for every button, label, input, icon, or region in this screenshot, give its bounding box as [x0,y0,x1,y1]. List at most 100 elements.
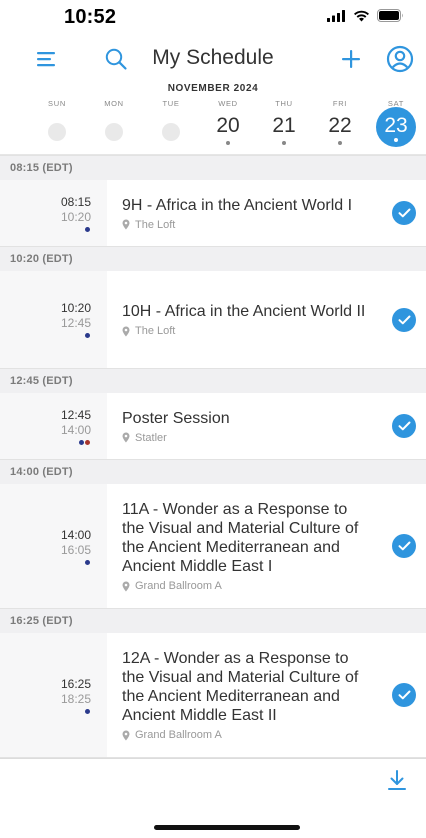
event-row[interactable]: 08:15 10:20 9H - Africa in the Ancient W… [0,180,426,246]
location-pin-icon [122,219,130,230]
day-name: TUE [162,99,180,108]
event-row[interactable]: 16:25 18:25 12A - Wonder as a Response t… [0,633,426,757]
check-icon [398,421,410,431]
nav-bar: My Schedule [0,36,426,80]
event-title: Poster Session [122,409,230,427]
attending-check-button[interactable] [392,414,416,438]
day-placeholder [105,123,123,141]
track-dot [85,333,90,338]
day-name: FRI [332,99,348,108]
event-location-label: Grand Ballroom A [135,729,222,741]
status-time: 10:52 [64,6,117,28]
event-start-time: 08:15 [60,194,91,209]
location-pin-icon [122,730,130,740]
track-dots [85,333,90,338]
track-dot [79,439,84,445]
event-location: Grand Ballroom A [122,729,366,741]
check-icon [398,541,410,551]
add-button[interactable] [334,42,368,76]
bottom-toolbar [0,758,426,838]
day-sun: SUN [28,97,86,154]
day-sat-selected[interactable]: SAT 23 [367,97,425,154]
day-name: SUN [48,99,66,108]
event-end-time: 12:45 [60,316,91,330]
event-body: 9H - Africa in the Ancient World I The L… [107,180,426,246]
event-location-label: The Loft [135,218,176,231]
event-location: Grand Ballroom A [122,580,366,592]
event-title: 11A - Wonder as a Response to the Visual… [122,501,359,575]
attending-check-button[interactable] [392,201,416,225]
day-number: 20 [216,114,240,137]
day-name: MON [104,99,124,108]
day-mon: MON [85,97,143,154]
selected-day-circle: 23 [376,107,416,147]
day-name: SAT [387,99,405,108]
event-row[interactable]: 12:45 14:00 Poster Session Statler [0,393,426,459]
wifi-icon [354,10,369,21]
track-dot [85,226,90,232]
check-icon [398,208,410,218]
day-name: THU [275,99,293,108]
time-group-header: 14:00 (EDT) [0,459,426,484]
day-thu[interactable]: THU 21 [255,97,313,154]
event-title: 12A - Wonder as a Response to the Visual… [122,650,359,724]
download-button[interactable] [386,769,408,791]
location-pin-icon [122,326,130,336]
attending-check-button[interactable] [392,534,416,558]
day-wed[interactable]: WED 20 [199,97,257,154]
event-location: The Loft [122,325,366,337]
day-name: WED [218,99,238,108]
week-calendar: NOVEMBER 2024 SUN MON TUE WED 20 THU 21 … [0,80,426,154]
event-start-time: 12:45 [60,407,91,422]
track-dot [85,559,90,565]
event-row[interactable]: 10:20 12:45 10H - Africa in the Ancient … [0,271,426,368]
profile-button[interactable] [383,42,417,76]
track-dots [79,439,90,445]
time-group-header: 16:25 (EDT) [0,608,426,633]
time-group-header: 10:20 (EDT) [0,246,426,271]
event-body: Poster Session Statler [107,393,426,459]
user-circle-icon [386,45,414,73]
schedule-list[interactable]: 08:15 (EDT) 08:15 10:20 9H - Africa in t… [0,154,426,758]
home-indicator[interactable] [154,825,300,830]
event-body: 11A - Wonder as a Response to the Visual… [107,484,426,608]
status-bar: 10:52 [0,0,426,36]
battery-icon [377,9,403,22]
event-end-time: 18:25 [60,691,91,706]
event-row[interactable]: 14:00 16:05 11A - Wonder as a Response t… [0,484,426,608]
event-time-column: 10:20 12:45 [0,271,107,368]
event-start-time: 14:00 [60,527,91,542]
event-time-column: 08:15 10:20 [0,180,107,246]
event-body: 12A - Wonder as a Response to the Visual… [107,633,426,757]
track-dots [85,226,90,232]
event-body: 10H - Africa in the Ancient World II The… [107,271,426,368]
event-location: The Loft [122,219,366,231]
event-location: Statler [122,432,366,444]
check-icon [398,315,410,324]
status-icons [327,9,404,22]
event-location-label: The Loft [135,325,176,337]
event-time-column: 14:00 16:05 [0,484,107,608]
attending-check-button[interactable] [392,307,416,332]
day-number: 23 [384,113,408,137]
plus-icon [342,50,360,68]
event-end-time: 10:20 [60,209,91,224]
event-title: 9H - Africa in the Ancient World I [122,196,353,214]
time-group-header: 08:15 (EDT) [0,155,426,180]
event-time-column: 12:45 14:00 [0,393,107,459]
event-end-time: 14:00 [60,422,91,437]
location-pin-icon [122,432,130,443]
day-fri[interactable]: FRI 22 [311,97,369,154]
event-start-time: 16:25 [60,676,91,691]
event-indicator-dot [338,141,342,145]
location-pin-icon [122,581,130,591]
day-placeholder [162,123,180,141]
event-indicator-dot [394,137,398,142]
event-title: 10H - Africa in the Ancient World II [122,303,366,320]
calendar-days: SUN MON TUE WED 20 THU 21 FRI 22 SAT 23 [0,97,426,154]
event-start-time: 10:20 [60,301,91,315]
attending-check-button[interactable] [392,683,416,707]
event-location-label: Grand Ballroom A [135,580,222,592]
track-dot [85,708,90,714]
event-time-column: 16:25 18:25 [0,633,107,757]
